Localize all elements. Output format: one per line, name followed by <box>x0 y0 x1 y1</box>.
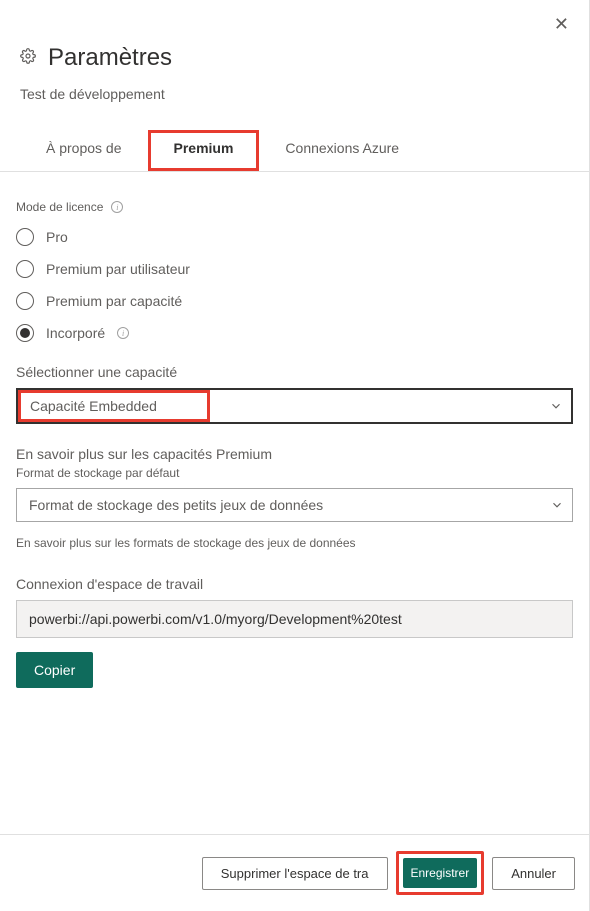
header: Paramètres Test de développement <box>0 0 589 102</box>
license-mode-label: Mode de licence i <box>16 200 573 214</box>
storage-label: Format de stockage par défaut <box>16 466 573 480</box>
info-icon[interactable]: i <box>111 201 123 213</box>
capacity-label: Sélectionner une capacité <box>16 364 573 380</box>
page-title: Paramètres <box>48 44 172 72</box>
close-button[interactable]: ✕ <box>554 14 569 35</box>
workspace-label: Connexion d'espace de travail <box>16 576 573 592</box>
license-mode-text: Mode de licence <box>16 200 103 214</box>
license-radio-group: Pro Premium par utilisateur Premium par … <box>16 228 573 342</box>
radio-circle <box>16 260 34 278</box>
page-subtitle: Test de développement <box>20 86 569 102</box>
premium-help-link[interactable]: En savoir plus sur les capacités Premium <box>16 446 573 462</box>
radio-pro[interactable]: Pro <box>16 228 573 246</box>
radio-ppu[interactable]: Premium par utilisateur <box>16 260 573 278</box>
footer: Supprimer l'espace de tra Enregistrer An… <box>0 834 589 911</box>
storage-help-link[interactable]: En savoir plus sur les formats de stocka… <box>16 536 573 550</box>
radio-label-ppc: Premium par capacité <box>46 293 182 309</box>
radio-circle <box>16 292 34 310</box>
tabs: À propos de Premium Connexions Azure <box>0 130 589 172</box>
cancel-button[interactable]: Annuler <box>492 857 575 890</box>
workspace-connection-input[interactable] <box>16 600 573 638</box>
tab-about[interactable]: À propos de <box>20 130 148 171</box>
radio-circle-selected <box>16 324 34 342</box>
delete-workspace-button[interactable]: Supprimer l'espace de tra <box>202 857 388 890</box>
tab-azure[interactable]: Connexions Azure <box>259 130 425 171</box>
content: Mode de licence i Pro Premium par utilis… <box>0 172 589 688</box>
radio-ppc[interactable]: Premium par capacité <box>16 292 573 310</box>
copy-button[interactable]: Copier <box>16 652 93 688</box>
radio-label-embedded: Incorporé <box>46 325 105 341</box>
gear-icon <box>20 48 36 69</box>
radio-label-pro: Pro <box>46 229 68 245</box>
info-icon[interactable]: i <box>117 327 129 339</box>
highlight-box: Enregistrer <box>396 851 485 895</box>
storage-select[interactable]: Format de stockage des petits jeux de do… <box>16 488 573 522</box>
radio-embedded[interactable]: Incorporé i <box>16 324 573 342</box>
title-row: Paramètres <box>20 44 569 72</box>
tab-premium[interactable]: Premium <box>148 130 260 171</box>
save-button[interactable]: Enregistrer <box>403 858 478 888</box>
radio-label-ppu: Premium par utilisateur <box>46 261 190 277</box>
capacity-select[interactable]: Capacité Embedded <box>16 388 573 424</box>
radio-circle <box>16 228 34 246</box>
